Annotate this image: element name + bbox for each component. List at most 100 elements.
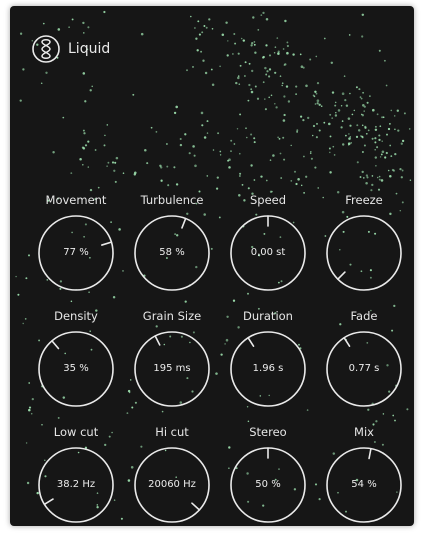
dial-freeze[interactable] [325, 214, 403, 292]
particle [379, 125, 382, 128]
particle [363, 105, 366, 108]
particle [204, 71, 208, 75]
particle [311, 134, 314, 137]
particle [25, 277, 28, 280]
particle [367, 129, 370, 132]
particle [206, 175, 209, 177]
particle [399, 167, 402, 171]
particle [286, 51, 289, 55]
particle [106, 124, 109, 126]
particle [22, 322, 24, 325]
particle [374, 128, 378, 132]
app-title: Liquid [68, 41, 111, 57]
particle [84, 144, 88, 147]
particle [216, 176, 219, 179]
knob-label-turbulence: Turbulence [140, 193, 204, 207]
dial-movement[interactable]: 77 % [37, 214, 115, 292]
particle [389, 123, 391, 125]
particle [233, 143, 236, 145]
particle [393, 115, 396, 117]
particle [28, 406, 32, 409]
particle [408, 128, 411, 130]
particle [112, 295, 116, 299]
particle [392, 414, 395, 417]
particle [30, 412, 33, 415]
knob-stereo: Stereo 50 % [225, 424, 311, 524]
particle [362, 177, 365, 179]
particle [361, 13, 365, 17]
particle [371, 137, 374, 140]
particle [281, 82, 284, 85]
dial-density[interactable]: 35 % [37, 330, 115, 408]
particle [250, 88, 253, 91]
particle [233, 33, 236, 35]
particle [251, 42, 254, 45]
particle [103, 10, 106, 14]
knob-hi-cut: Hi cut 20060 Hz [129, 424, 215, 524]
knob-label-stereo: Stereo [249, 425, 287, 439]
particle [400, 142, 403, 145]
dial-duration[interactable]: 1.96 s [229, 330, 307, 408]
particle [361, 150, 364, 154]
knob-value-grain-size: 195 ms [153, 363, 191, 374]
dial-fade[interactable]: 0.77 s [325, 330, 403, 408]
particle [396, 109, 399, 112]
particle [374, 148, 376, 151]
particle [281, 84, 283, 87]
particle [314, 90, 317, 93]
particle [250, 90, 254, 94]
particle [355, 86, 358, 89]
particle [265, 179, 268, 182]
particle [331, 91, 335, 94]
particle [364, 125, 367, 128]
particle [394, 152, 397, 156]
dial-hi-cut[interactable]: 20060 Hz [133, 446, 211, 524]
particle [239, 175, 241, 177]
particle [381, 140, 383, 142]
particle [202, 59, 205, 62]
particle [24, 318, 27, 320]
particle [126, 412, 129, 415]
particle [106, 165, 108, 167]
particle [260, 175, 263, 178]
knob-label-mix: Mix [354, 425, 374, 439]
particle [264, 98, 266, 100]
particle [252, 16, 255, 19]
particle [244, 75, 246, 77]
particle [317, 187, 319, 189]
particle [107, 161, 110, 164]
particle [27, 254, 31, 257]
knob-turbulence: Turbulence 58 % [129, 192, 215, 292]
dial-mix[interactable]: 54 % [325, 446, 403, 524]
knob-label-grain-size: Grain Size [142, 309, 202, 323]
particle [306, 409, 309, 411]
particle [397, 129, 400, 132]
particle [361, 35, 364, 38]
particle [383, 59, 386, 62]
particle [203, 25, 206, 27]
particle [235, 81, 238, 85]
particle [269, 159, 272, 161]
particle [206, 132, 209, 134]
particle [265, 73, 268, 76]
dial-turbulence[interactable]: 58 % [133, 214, 211, 292]
particle [320, 105, 323, 107]
particle [283, 95, 286, 98]
particle [334, 114, 338, 117]
particle [403, 112, 406, 115]
dial-stereo[interactable]: 50 % [229, 446, 307, 524]
particle [378, 138, 381, 142]
dial-low-cut[interactable]: 38.2 Hz [37, 446, 115, 524]
particle [82, 72, 86, 75]
dial-speed[interactable]: 0,00 st [229, 214, 307, 292]
particle [361, 114, 364, 117]
particle [15, 275, 17, 278]
particle [401, 139, 405, 143]
dial-grain-size[interactable]: 195 ms [133, 330, 211, 408]
knob-label-fade: Fade [350, 309, 378, 323]
particle [262, 81, 265, 84]
particle [309, 152, 312, 155]
particle [87, 140, 90, 143]
particle [293, 170, 297, 173]
particle [316, 122, 318, 125]
